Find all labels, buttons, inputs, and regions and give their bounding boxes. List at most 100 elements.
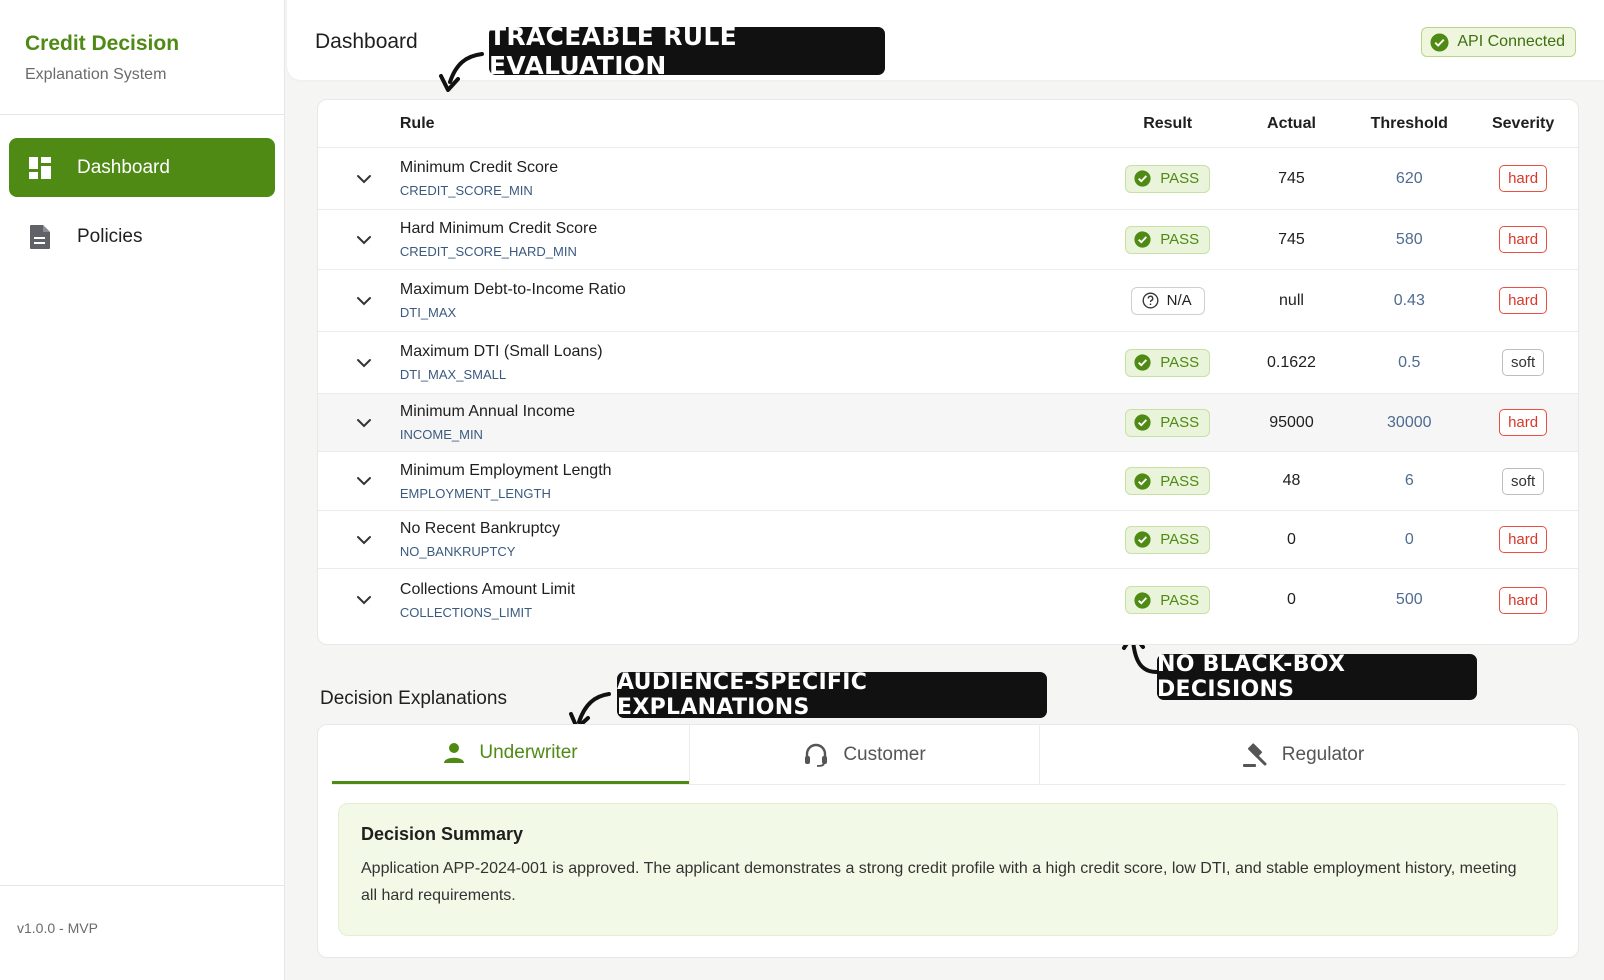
check-circle-icon bbox=[1134, 354, 1151, 371]
expand-row-button[interactable] bbox=[318, 235, 400, 245]
expand-row-button[interactable] bbox=[318, 535, 400, 545]
gavel-icon bbox=[1242, 742, 1267, 767]
severity-cell: hard bbox=[1468, 526, 1578, 553]
rule-code: DTI_MAX bbox=[399, 305, 457, 320]
chevron-down-icon bbox=[356, 535, 371, 544]
rule-cell: Hard Minimum Credit Score CREDIT_SCORE_HA… bbox=[400, 220, 1103, 259]
result-cell: PASS bbox=[1103, 467, 1233, 495]
table-body: Minimum Credit Score CREDIT_SCORE_MIN PASS… bbox=[318, 148, 1578, 631]
table-row[interactable]: Collections Amount Limit COLLECTIONS_LIMI… bbox=[318, 569, 1578, 631]
result-cell: PASS bbox=[1103, 586, 1233, 614]
page-title: Dashboard bbox=[315, 30, 418, 53]
sidebar-nav: Dashboard Policies bbox=[0, 115, 284, 299]
threshold-value: 500 bbox=[1395, 591, 1423, 608]
threshold-value: 0.43 bbox=[1393, 291, 1425, 309]
check-circle-icon bbox=[1134, 414, 1151, 431]
question-circle-icon bbox=[1142, 292, 1159, 309]
severity-badge: hard bbox=[1499, 586, 1548, 614]
api-status-badge: API Connected bbox=[1421, 27, 1576, 57]
tab-label: Underwriter bbox=[479, 742, 578, 763]
result-badge-pass: PASS bbox=[1125, 225, 1211, 254]
actual-value: 0 bbox=[1287, 530, 1296, 548]
rule-cell: No Recent Bankruptcy NO_BANKRUPTCY bbox=[400, 520, 1103, 559]
explanations-card: Underwriter Customer Regulator Decision … bbox=[317, 724, 1579, 958]
result-cell: PASS bbox=[1103, 408, 1233, 437]
expand-row-button[interactable] bbox=[318, 476, 400, 486]
chevron-down-icon bbox=[356, 174, 371, 183]
sidebar-item-dashboard[interactable]: Dashboard bbox=[9, 138, 275, 197]
rule-code: COLLECTIONS_LIMIT bbox=[399, 604, 533, 620]
chevron-down-icon bbox=[356, 296, 371, 305]
expand-row-button[interactable] bbox=[318, 358, 400, 368]
chevron-down-icon bbox=[356, 418, 371, 427]
rule-code: INCOME_MIN bbox=[399, 427, 483, 442]
severity-badge: hard bbox=[1499, 226, 1548, 253]
result-cell: PASS bbox=[1103, 525, 1233, 554]
result-badge-pass: PASS bbox=[1125, 467, 1211, 495]
table-row[interactable]: Minimum Employment Length EMPLOYMENT_LENG… bbox=[318, 452, 1578, 511]
expand-row-button[interactable] bbox=[318, 595, 400, 605]
column-header-threshold: Threshold bbox=[1370, 114, 1448, 132]
sidebar-item-label: Policies bbox=[77, 225, 143, 247]
table-header: Rule Result Actual Threshold Severity bbox=[318, 100, 1578, 148]
table-row[interactable]: Minimum Credit Score CREDIT_SCORE_MIN PASS… bbox=[318, 148, 1578, 210]
result-badge-pass: PASS bbox=[1125, 408, 1211, 437]
sidebar-item-label: Dashboard bbox=[77, 156, 170, 178]
brand-subtitle: Explanation System bbox=[25, 66, 167, 83]
dashboard-grid-icon bbox=[27, 155, 53, 181]
rule-name: Minimum Credit Score bbox=[399, 159, 559, 176]
sidebar-item-policies[interactable]: Policies bbox=[9, 207, 275, 266]
audience-tabs: Underwriter Customer Regulator bbox=[332, 725, 1566, 785]
table-row[interactable]: Maximum Debt-to-Income Ratio DTI_MAX N/A nu… bbox=[318, 270, 1578, 332]
callout-no-blackbox: NO BLACK-BOX DECISIONS bbox=[1157, 652, 1477, 702]
threshold-value: 6 bbox=[1404, 472, 1414, 489]
threshold-value: 0 bbox=[1404, 530, 1414, 548]
severity-cell: hard bbox=[1468, 409, 1578, 436]
chevron-down-icon bbox=[356, 358, 371, 367]
tab-label: Customer bbox=[843, 743, 926, 765]
rule-code: DTI_MAX_SMALL bbox=[399, 367, 507, 382]
severity-cell: hard bbox=[1468, 226, 1578, 253]
check-circle-icon bbox=[1430, 32, 1449, 52]
tab-regulator[interactable]: Regulator bbox=[1039, 725, 1566, 784]
tab-label: Regulator bbox=[1281, 743, 1365, 765]
rule-cell: Minimum Employment Length EMPLOYMENT_LENG… bbox=[400, 462, 1103, 501]
brand-title: Credit Decision bbox=[25, 32, 180, 55]
rule-code: EMPLOYMENT_LENGTH bbox=[399, 485, 551, 501]
expand-row-button[interactable] bbox=[318, 418, 400, 428]
decision-summary-title: Decision Summary bbox=[361, 824, 524, 844]
result-cell: PASS bbox=[1103, 348, 1233, 377]
expand-row-button[interactable] bbox=[318, 296, 400, 306]
section-title-explanations: Decision Explanations bbox=[320, 688, 507, 709]
chevron-down-icon bbox=[356, 477, 371, 486]
result-cell: N/A bbox=[1103, 286, 1233, 315]
column-header-actual: Actual bbox=[1267, 114, 1316, 132]
rule-cell: Collections Amount Limit COLLECTIONS_LIMI… bbox=[400, 581, 1103, 620]
table-row[interactable]: Hard Minimum Credit Score CREDIT_SCORE_HA… bbox=[318, 210, 1578, 270]
rule-cell: Minimum Credit Score CREDIT_SCORE_MIN bbox=[400, 159, 1103, 198]
decision-summary-panel: Decision Summary Application APP-2024-00… bbox=[338, 803, 1558, 936]
table-row[interactable]: Minimum Annual Income INCOME_MIN PASS 95000… bbox=[318, 394, 1578, 452]
person-icon bbox=[444, 743, 465, 763]
tab-underwriter[interactable]: Underwriter bbox=[332, 725, 689, 784]
check-circle-icon bbox=[1134, 531, 1151, 548]
severity-badge: hard bbox=[1499, 287, 1548, 314]
actual-value: 745 bbox=[1278, 169, 1305, 187]
actual-value: 745 bbox=[1278, 230, 1305, 248]
expand-row-button[interactable] bbox=[318, 174, 400, 184]
check-circle-icon bbox=[1134, 591, 1151, 609]
version-label: v1.0.0 - MVP bbox=[0, 885, 284, 980]
actual-value: 95000 bbox=[1269, 413, 1314, 431]
column-header-severity: Severity bbox=[1491, 114, 1555, 132]
table-row[interactable]: No Recent Bankruptcy NO_BANKRUPTCY PASS 0 0 h… bbox=[318, 511, 1578, 569]
tab-customer[interactable]: Customer bbox=[689, 725, 1039, 784]
severity-cell: soft bbox=[1468, 349, 1578, 376]
check-circle-icon bbox=[1134, 170, 1151, 187]
rule-name: Hard Minimum Credit Score bbox=[399, 220, 598, 237]
severity-badge: hard bbox=[1499, 409, 1548, 436]
severity-cell: hard bbox=[1468, 586, 1578, 614]
rule-name: Collections Amount Limit bbox=[399, 580, 576, 598]
table-row[interactable]: Maximum DTI (Small Loans) DTI_MAX_SMALL PA… bbox=[318, 332, 1578, 394]
api-status-text: API Connected bbox=[1457, 33, 1565, 50]
actual-value: null bbox=[1279, 291, 1304, 309]
